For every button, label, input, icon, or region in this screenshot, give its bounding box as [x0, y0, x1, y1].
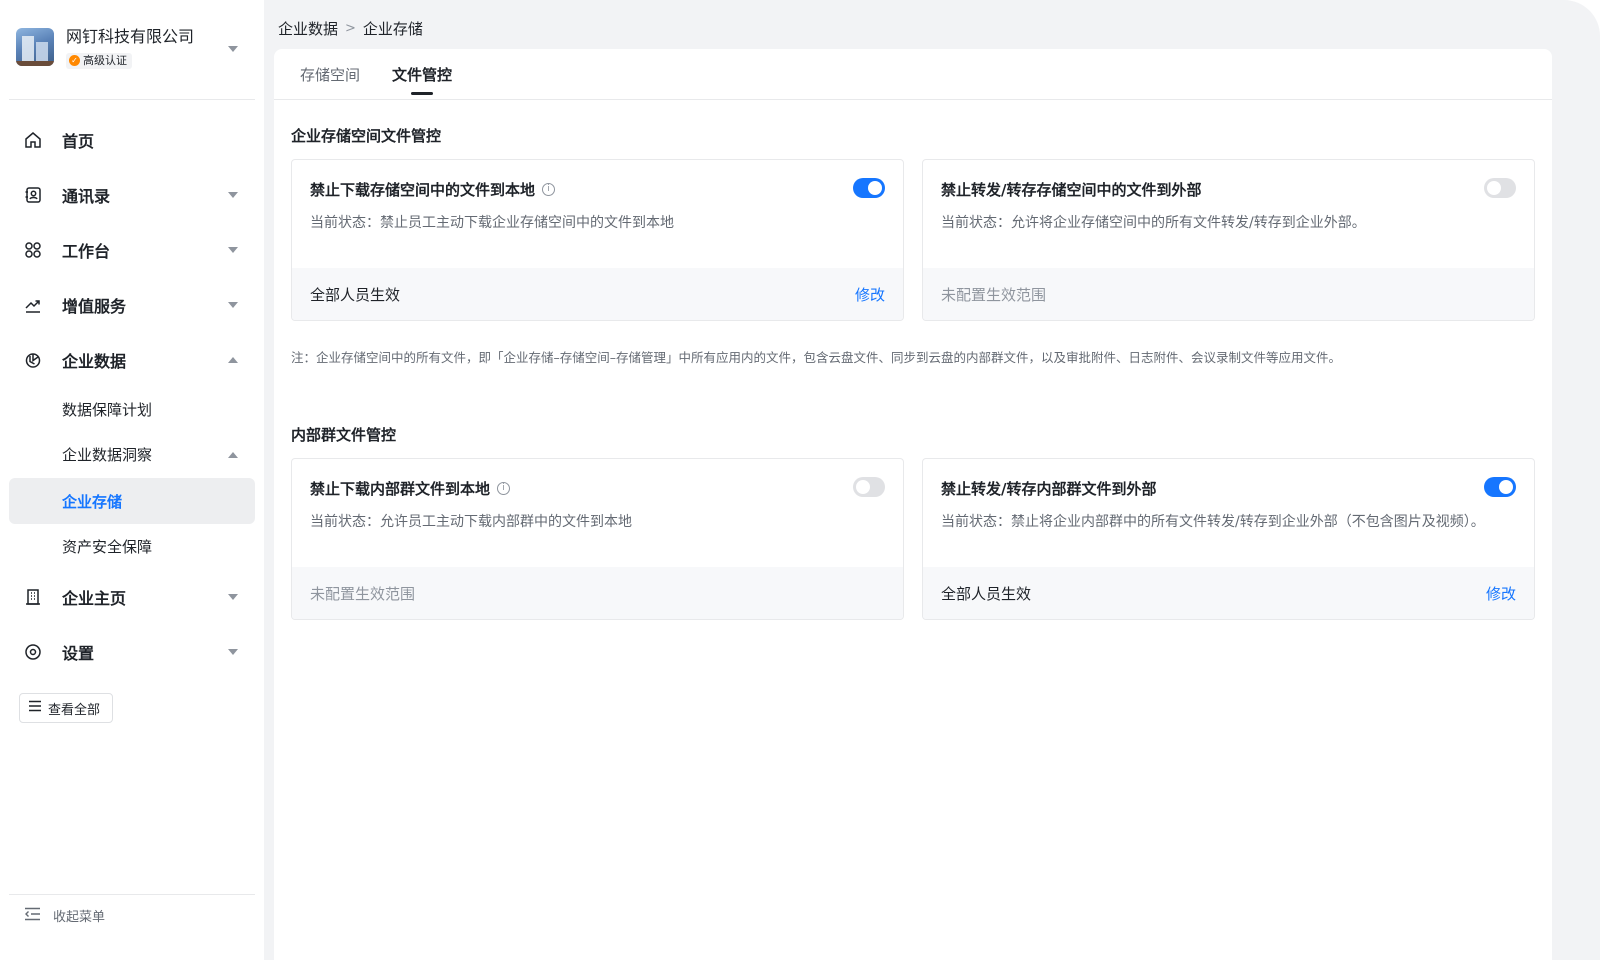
breadcrumb-parent[interactable]: 企业数据	[278, 18, 338, 39]
list-icon	[28, 700, 42, 716]
building-icon	[23, 587, 43, 607]
sidebar-item-label: 通讯录	[62, 186, 111, 206]
sidebar-item-homepage[interactable]: 企业主页	[9, 569, 255, 624]
policy-toggle[interactable]	[853, 178, 885, 198]
policy-card-group-forward: 禁止转发/转存内部群文件到外部 当前状态：禁止将企业内部群中的所有文件转发/转存…	[922, 458, 1535, 620]
policy-status: 当前状态：禁止员工主动下载企业存储空间中的文件到本地	[310, 215, 674, 231]
home-icon	[23, 130, 43, 150]
sidebar-item-enterprise-data[interactable]: 企业数据	[9, 332, 255, 387]
breadcrumb-separator: >	[345, 21, 356, 36]
chevron-up-icon	[228, 357, 238, 363]
check-icon: ✓	[69, 55, 80, 66]
policy-scope: 未配置生效范围	[941, 285, 1047, 304]
policy-status: 当前状态：禁止将企业内部群中的所有文件转发/转存到企业外部（不包含图片及视频）。	[941, 514, 1485, 530]
policy-title-text: 禁止下载内部群文件到本地	[310, 480, 491, 498]
main-area: 企业数据 > 企业存储 存储空间 文件管控 企业存储空间文件管控 禁止下载存储空…	[264, 0, 1600, 960]
sidebar-nav: 首页 通讯录 工作台 增值服务 企业数据 数据保障计划 企业数据洞察 企业存储 …	[9, 112, 255, 679]
sidebar-subitem-data-insight[interactable]: 企业数据洞察	[9, 432, 255, 477]
policy-scope: 全部人员生效	[941, 584, 1032, 603]
tab-storage-space[interactable]: 存储空间	[300, 64, 360, 99]
chevron-down-icon	[228, 247, 238, 253]
policy-toggle[interactable]	[853, 477, 885, 497]
sidebar-subitem-data-protection[interactable]: 数据保障计划	[9, 387, 255, 432]
policy-status: 当前状态：允许员工主动下载内部群中的文件到本地	[310, 514, 632, 530]
org-logo	[16, 28, 54, 66]
chevron-down-icon	[228, 192, 238, 198]
chevron-down-icon	[228, 649, 238, 655]
policy-title: 禁止转发/转存内部群文件到外部	[941, 478, 1516, 499]
org-name: 网钉科技有限公司	[66, 27, 195, 46]
policy-title: 禁止转发/转存存储空间中的文件到外部	[941, 179, 1516, 200]
info-icon[interactable]: i	[542, 183, 556, 196]
content-panel: 存储空间 文件管控 企业存储空间文件管控 禁止下载存储空间中的文件到本地 i 当…	[274, 49, 1552, 960]
policy-scope-bar: 未配置生效范围	[292, 567, 903, 619]
policy-title: 禁止下载存储空间中的文件到本地 i	[310, 179, 885, 200]
sidebar-item-label: 企业数据	[62, 351, 127, 371]
sidebar-item-contacts[interactable]: 通讯录	[9, 167, 255, 222]
chevron-down-icon	[228, 594, 238, 600]
verified-badge: ✓ 高级认证	[66, 52, 132, 69]
collapse-menu-icon	[24, 907, 41, 925]
section-title-storage: 企业存储空间文件管控	[291, 127, 442, 145]
breadcrumb: 企业数据 > 企业存储	[278, 18, 423, 39]
edit-scope-link[interactable]: 修改	[855, 284, 885, 305]
policy-status: 当前状态：允许将企业存储空间中的所有文件转发/转存到企业外部。	[941, 215, 1366, 231]
chevron-up-icon	[228, 452, 238, 458]
sidebar-item-label: 首页	[62, 131, 95, 151]
section-title-group: 内部群文件管控	[291, 426, 397, 444]
edit-scope-link[interactable]: 修改	[1486, 583, 1516, 604]
policy-title-text: 禁止转发/转存存储空间中的文件到外部	[941, 181, 1202, 199]
sidebar-subitem-storage[interactable]: 企业存储	[9, 478, 255, 524]
sidebar-item-label: 工作台	[62, 241, 111, 261]
pie-chart-icon	[23, 350, 43, 370]
org-info: 网钉科技有限公司 ✓ 高级认证	[66, 26, 194, 69]
sidebar-item-label: 增值服务	[62, 296, 127, 316]
sidebar-item-home[interactable]: 首页	[9, 112, 255, 167]
policy-toggle[interactable]	[1484, 477, 1516, 497]
sidebar-item-settings[interactable]: 设置	[9, 624, 255, 679]
collapse-menu-button[interactable]: 收起菜单	[24, 906, 105, 925]
info-icon[interactable]: i	[497, 482, 511, 495]
view-all-button[interactable]: 查看全部	[19, 693, 113, 723]
sidebar-subitem-label: 企业数据洞察	[62, 446, 153, 464]
policy-scope-bar: 全部人员生效 修改	[292, 268, 903, 320]
sidebar-subitem-asset-security[interactable]: 资产安全保障	[9, 524, 255, 569]
sidebar: 网钉科技有限公司 ✓ 高级认证 首页 通讯录 工作台 增值服务 企业数据 数据保…	[0, 0, 264, 960]
policy-card-storage-forward: 禁止转发/转存存储空间中的文件到外部 当前状态：允许将企业存储空间中的所有文件转…	[922, 159, 1535, 321]
policy-title-text: 禁止下载存储空间中的文件到本地	[310, 181, 536, 199]
view-all-label: 查看全部	[48, 702, 101, 718]
verified-badge-label: 高级认证	[83, 53, 127, 67]
storage-note: 注：企业存储空间中的所有文件，即「企业存储–存储空间–存储管理」中所有应用内的文…	[291, 350, 1342, 365]
sidebar-item-workbench[interactable]: 工作台	[9, 222, 255, 277]
sidebar-item-label: 企业主页	[62, 588, 127, 608]
tab-file-control[interactable]: 文件管控	[392, 64, 452, 99]
policy-title-text: 禁止转发/转存内部群文件到外部	[941, 480, 1157, 498]
breadcrumb-current: 企业存储	[362, 20, 423, 38]
collapse-menu-label: 收起菜单	[53, 910, 106, 925]
trend-icon	[23, 295, 43, 315]
policy-scope-bar: 未配置生效范围	[923, 268, 1534, 320]
chevron-down-icon	[228, 302, 238, 308]
app-root: 网钉科技有限公司 ✓ 高级认证 首页 通讯录 工作台 增值服务 企业数据 数据保…	[0, 0, 1600, 960]
settings-icon	[23, 642, 43, 662]
apps-grid-icon	[23, 240, 43, 260]
policy-scope: 未配置生效范围	[310, 584, 416, 603]
policy-toggle[interactable]	[1484, 178, 1516, 198]
sidebar-divider	[9, 99, 255, 100]
policy-card-group-download: 禁止下载内部群文件到本地 i 当前状态：允许员工主动下载内部群中的文件到本地 未…	[291, 458, 904, 620]
sidebar-item-value-added[interactable]: 增值服务	[9, 277, 255, 332]
chevron-down-icon	[228, 46, 238, 52]
contacts-icon	[23, 185, 43, 205]
policy-scope-bar: 全部人员生效 修改	[923, 567, 1534, 619]
sidebar-footer-divider	[9, 894, 255, 895]
tab-bar: 存储空间 文件管控	[274, 49, 1552, 100]
policy-scope: 全部人员生效	[310, 285, 401, 304]
policy-title: 禁止下载内部群文件到本地 i	[310, 478, 885, 499]
org-switcher[interactable]: 网钉科技有限公司 ✓ 高级认证	[0, 0, 264, 102]
policy-card-storage-download: 禁止下载存储空间中的文件到本地 i 当前状态：禁止员工主动下载企业存储空间中的文…	[291, 159, 904, 321]
sidebar-item-label: 设置	[62, 643, 95, 663]
